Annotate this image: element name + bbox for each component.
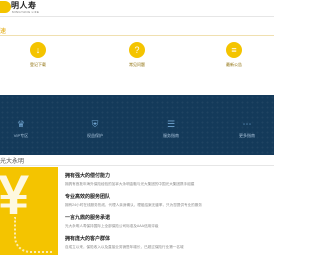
highlight-title: 一言九鼎的服务承诺 (65, 215, 111, 221)
promo-image: ¥ (0, 167, 58, 255)
quick-link-announcements[interactable]: ≡ 最新公告 (214, 42, 254, 68)
highlight-desc: 自成立以来，保险收入以及直接业务销售年增长，已超过保险行业第一名城 (65, 245, 184, 249)
highlight-desc: 拥有24小时在线服务热线，代理人亲身确认，理赔结案无缝率，只为您提供专业的服务 (65, 203, 202, 207)
highlight-title: 拥有强大的偿付能力 (65, 173, 111, 179)
highlight-item: 拥有庞大的客户群体 自成立以来，保险收入以及直接业务销售年增长，已超过保险行业第… (65, 235, 270, 250)
highlight-desc: 拥具有首批年海外保险经验的加拿大永明金融与光大集团的中国光大集团携手组建 (65, 182, 195, 186)
highlight-item: 专业高效的服务团队 拥有24小时在线服务热线，代理人亲身确认，理赔结案无缝率，只… (65, 193, 270, 208)
feature-label: VIP专区 (13, 133, 29, 138)
quick-link-label: 最新公告 (226, 62, 242, 67)
quick-link-download[interactable]: ↓ 登记下载 (18, 42, 58, 68)
vip-icon: ♛ (16, 119, 26, 129)
brand-subtitle: MINGYANG LIFE (12, 10, 40, 14)
section-divider (0, 35, 274, 36)
section-divider (0, 165, 274, 166)
yen-icon: ¥ (0, 167, 30, 226)
quick-link-faq[interactable]: ? 常见问题 (117, 42, 157, 68)
feature-more-guides[interactable]: ⋯ 更多指南 (226, 118, 268, 139)
logo-icon[interactable] (0, 1, 11, 13)
highlight-item: 拥有强大的偿付能力 拥具有首批年海外保险经验的加拿大永明金融与光大集团的中国光大… (65, 172, 270, 187)
question-icon: ? (129, 42, 145, 58)
highlight-desc: 光大永明人寿保持国际上全部保险公司标准及AAA信用评级 (65, 224, 159, 228)
shield-icon: ⛨ (91, 119, 99, 129)
section-title-about: 光大永明 (0, 159, 25, 165)
download-icon: ↓ (30, 42, 46, 58)
promo-decoration (14, 217, 52, 253)
highlight-item: 一言九鼎的服务承诺 光大永明人寿保持国际上全部保险公司标准及AAA信用评级 (65, 214, 270, 229)
feature-label: 服务指南 (163, 133, 179, 138)
feature-vip[interactable]: ♛ VIP专区 (0, 118, 42, 139)
quick-link-label: 常见问题 (129, 62, 145, 67)
highlight-title: 拥有庞大的客户群体 (65, 236, 111, 242)
quick-link-label: 登记下载 (30, 62, 46, 67)
feature-rights-protection[interactable]: ⛨ 权益保护 (74, 118, 116, 139)
megaphone-icon: ≡ (226, 42, 242, 58)
guide-icon: ☰ (166, 119, 176, 129)
top-bar: 明人寿 MINGYANG LIFE (0, 0, 274, 17)
feature-label: 更多指南 (239, 133, 255, 138)
highlight-title: 专业高效的服务团队 (65, 194, 111, 200)
more-icon: ⋯ (242, 119, 252, 129)
feature-label: 权益保护 (87, 133, 103, 138)
section-title-service: 速 (0, 29, 7, 35)
feature-service-guide[interactable]: ☰ 服务指南 (150, 118, 192, 139)
